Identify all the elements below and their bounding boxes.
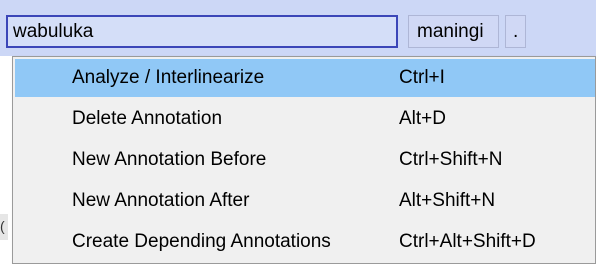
menu-item-shortcut: Ctrl+I — [399, 67, 445, 88]
annotation-cell-dot[interactable]: . — [505, 15, 526, 48]
active-annotation-cell[interactable]: wabuluka — [6, 15, 398, 48]
annotation-context-menu: Analyze / Interlinearize Ctrl+I Delete A… — [12, 56, 596, 264]
menu-item-analyze-interlinearize[interactable]: Analyze / Interlinearize Ctrl+I — [15, 59, 595, 97]
menu-item-shortcut: Ctrl+Alt+Shift+D — [399, 231, 536, 252]
menu-item-label: Analyze / Interlinearize — [72, 67, 265, 88]
menu-item-new-annotation-after[interactable]: New Annotation After Alt+Shift+N — [15, 182, 595, 220]
background-text-fragment: ( — [0, 218, 5, 234]
menu-item-shortcut: Ctrl+Shift+N — [399, 149, 503, 170]
menu-item-create-depending-annotations[interactable]: Create Depending Annotations Ctrl+Alt+Sh… — [15, 223, 595, 261]
menu-item-new-annotation-before[interactable]: New Annotation Before Ctrl+Shift+N — [15, 141, 595, 179]
menu-item-label: Delete Annotation — [72, 108, 223, 129]
menu-item-label: Create Depending Annotations — [72, 231, 331, 252]
annotation-cell-maningi[interactable]: maningi — [408, 15, 499, 48]
menu-item-label: New Annotation Before — [72, 149, 267, 170]
menu-item-shortcut: Alt+Shift+N — [399, 190, 496, 211]
menu-item-delete-annotation[interactable]: Delete Annotation Alt+D — [15, 100, 595, 138]
menu-item-shortcut: Alt+D — [399, 108, 446, 129]
annotation-tier-row: wabuluka maningi . — [0, 0, 596, 56]
menu-item-label: New Annotation After — [72, 190, 250, 211]
